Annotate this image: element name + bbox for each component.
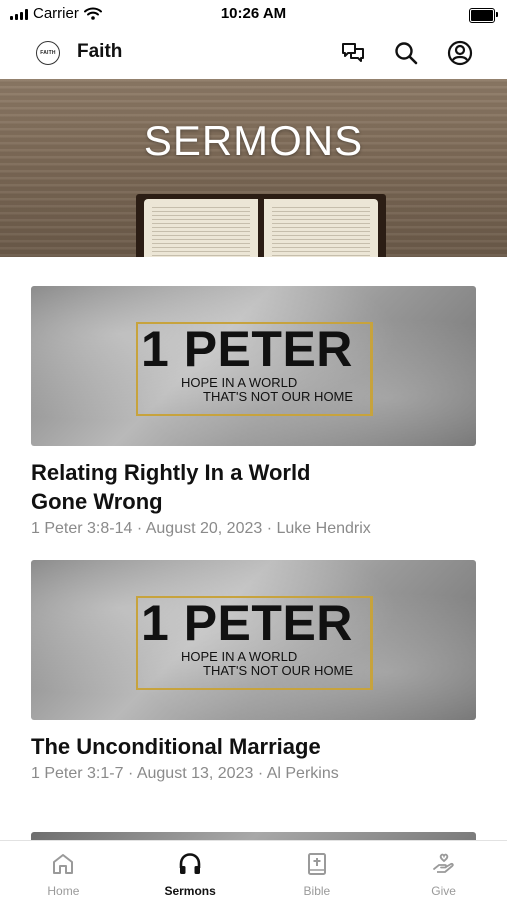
- series-tagline-2: THAT'S NOT OUR HOME: [203, 663, 354, 678]
- sermon-title[interactable]: Relating Rightly In a World Gone Wrong: [31, 458, 371, 516]
- status-bar: Carrier 10:26 AM: [0, 0, 507, 28]
- bible-icon: [304, 851, 330, 877]
- sermon-title[interactable]: The Unconditional Marriage: [31, 732, 371, 761]
- chat-icon[interactable]: [340, 40, 366, 66]
- tab-give[interactable]: Give: [380, 841, 507, 901]
- tab-label: Home: [47, 884, 80, 898]
- church-logo[interactable]: FAITH: [36, 41, 60, 65]
- sermon-series-image[interactable]: 1 PETER HOPE IN A WORLD THAT'S NOT OUR H…: [31, 560, 476, 720]
- sermon-meta: 1 Peter 3:1-7 · August 13, 2023 · Al Per…: [31, 765, 339, 782]
- series-title: 1 PETER: [141, 595, 353, 651]
- series-tagline-2: THAT'S NOT OUR HOME: [203, 389, 354, 404]
- tab-bible[interactable]: Bible: [254, 841, 381, 901]
- sermon-card[interactable]: 1 PETER HOPE IN A WORLD THAT'S NOT OUR H…: [31, 560, 477, 783]
- tab-label: Sermons: [164, 884, 216, 898]
- series-tagline-1: HOPE IN A WORLD: [181, 375, 298, 390]
- tab-bar: Home Sermons Bible Give: [0, 840, 507, 901]
- app-header: FAITH Faith: [0, 28, 507, 78]
- sermon-meta: 1 Peter 3:8-14 · August 20, 2023 · Luke …: [31, 520, 371, 537]
- search-icon[interactable]: [393, 40, 419, 66]
- hero-title: SERMONS: [143, 117, 364, 164]
- sermon-series-image[interactable]: 1 PETER HOPE IN A WORLD THAT'S NOT OUR H…: [31, 286, 476, 446]
- tab-label: Give: [431, 884, 456, 898]
- series-title: 1 PETER: [141, 321, 353, 377]
- tab-sermons[interactable]: Sermons: [127, 841, 254, 901]
- account-icon[interactable]: [447, 40, 473, 66]
- sermons-hero-banner: SERMONS: [0, 79, 507, 257]
- status-time: 10:26 AM: [220, 5, 287, 22]
- sermon-card[interactable]: 1 PETER HOPE IN A WORLD THAT'S NOT OUR H…: [31, 286, 477, 538]
- home-icon: [50, 851, 76, 877]
- tab-home[interactable]: Home: [0, 841, 127, 901]
- tab-label: Bible: [303, 884, 331, 898]
- headphones-icon: [177, 851, 203, 877]
- battery-icon: [469, 8, 498, 23]
- open-bible-image: [136, 194, 386, 257]
- series-tagline-1: HOPE IN A WORLD: [181, 649, 298, 664]
- give-hand-icon: [431, 851, 457, 877]
- app-title: Faith: [77, 41, 123, 62]
